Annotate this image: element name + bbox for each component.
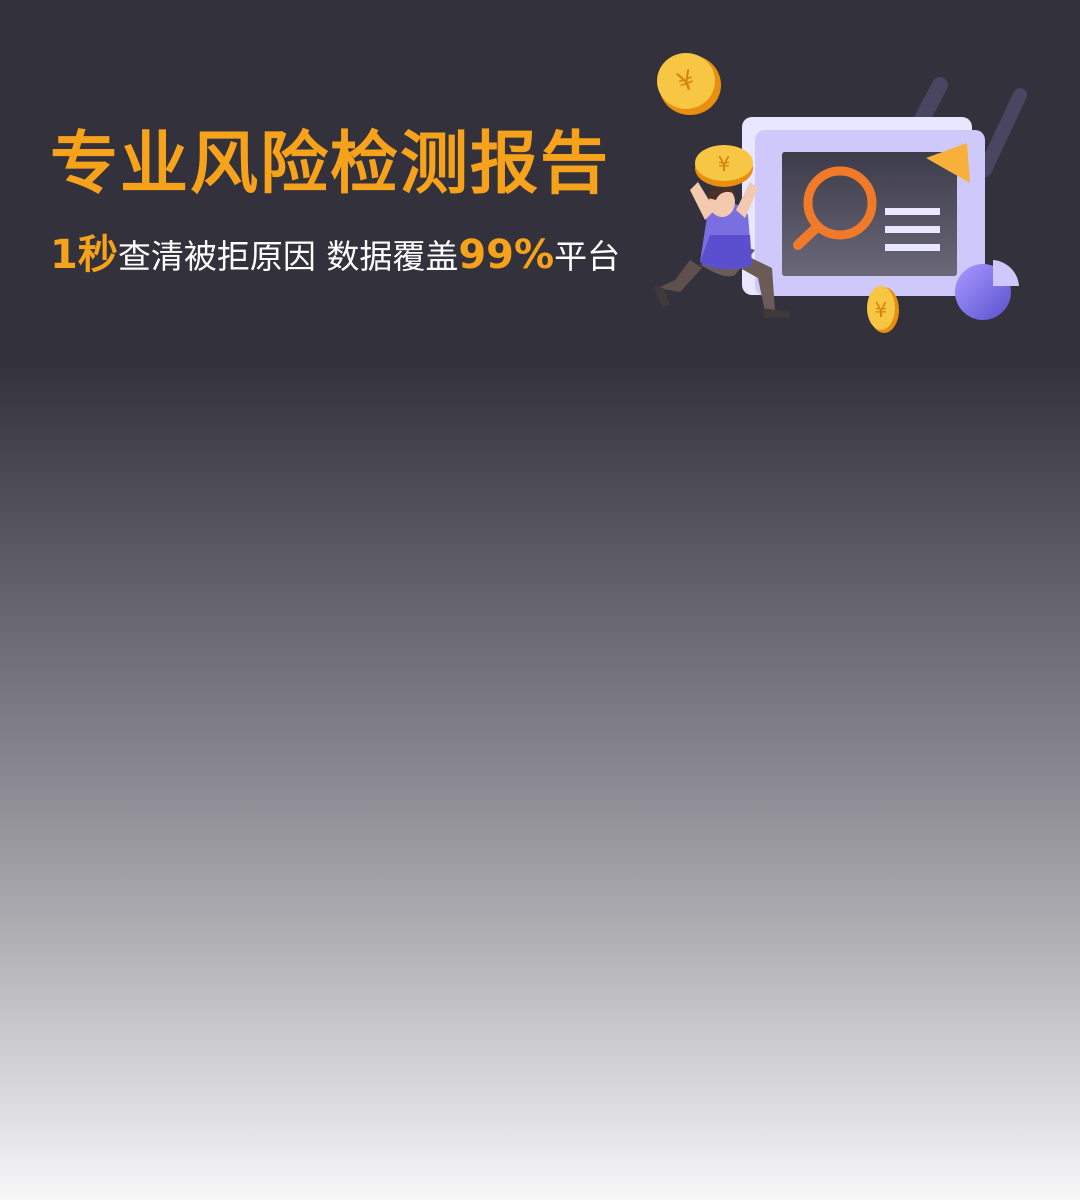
subtitle-highlight-percent: 99%: [458, 232, 555, 278]
coin-icon-held: ¥: [695, 145, 753, 187]
risk-report-illustration: ¥ ¥ ¥: [654, 53, 1027, 333]
svg-text:¥: ¥: [875, 298, 888, 322]
svg-text:¥: ¥: [718, 152, 731, 176]
subtitle-text-1: 查清被拒原因 数据覆盖: [117, 237, 459, 276]
subtitle-highlight-time: 1秒: [50, 232, 118, 278]
coin-icon-top: ¥: [657, 53, 721, 115]
subtitle: 1秒查清被拒原因 数据覆盖99%平台: [50, 222, 620, 280]
subtitle-text-2: 平台: [554, 237, 621, 276]
report-board: [742, 117, 985, 296]
page-title: 专业风险检测报告: [50, 125, 611, 204]
document-lines-icon: [885, 208, 940, 251]
